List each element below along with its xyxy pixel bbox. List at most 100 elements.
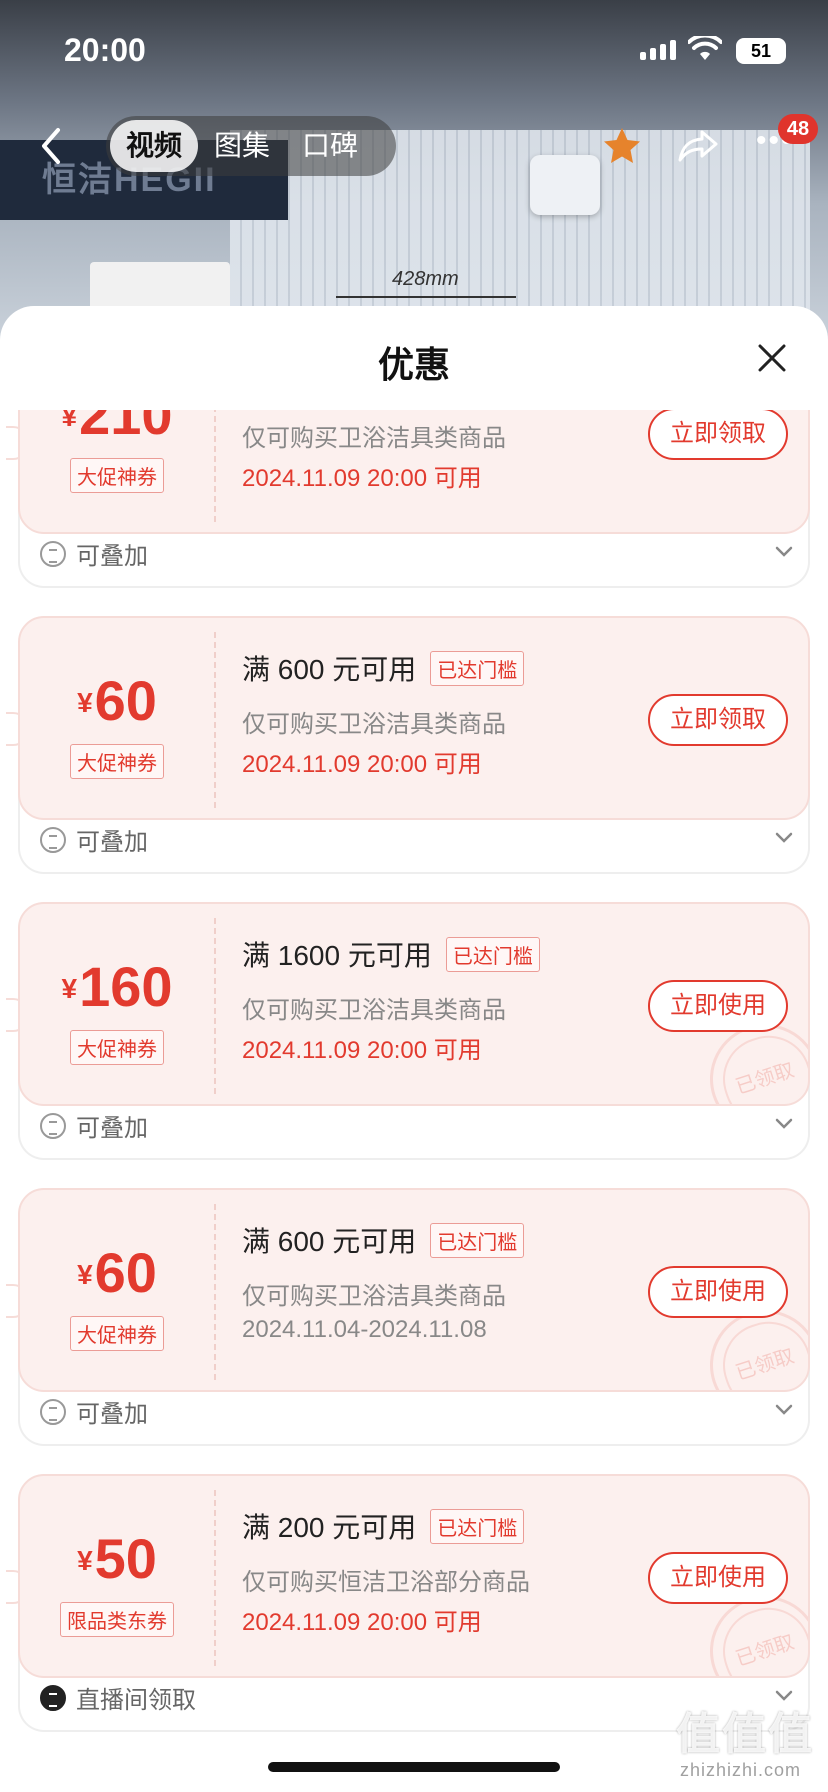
coupon-body: ¥160 大促神券 满 1600 元可用 已达门槛 仅可购买卫浴洁具类商品 202… <box>18 902 810 1106</box>
back-arrow-icon[interactable] <box>34 126 68 166</box>
coupon-validity: 2024.11.04-2024.11.08 <box>242 1316 487 1343</box>
coupon-value: 210 <box>79 410 173 446</box>
coupon-scope: 仅可购买卫浴洁具类商品 <box>242 711 506 738</box>
chevron-down-icon[interactable] <box>774 542 794 562</box>
coupon-threshold: 满 1600 元可用 <box>242 940 432 971</box>
coupon-action-button[interactable]: 立即领取 <box>648 410 788 460</box>
coupon-validity: 2024.11.09 20:00 可用 <box>242 465 482 492</box>
coupon-footer: 可叠加 <box>40 822 148 857</box>
battery-indicator: 51 <box>736 38 786 64</box>
coupon-amount: ¥210 <box>20 410 214 447</box>
coupon-condition: 满 200 元可用 已达门槛 <box>242 1506 525 1546</box>
coupon-footer-label: 可叠加 <box>76 543 148 570</box>
coupon-divider <box>214 1490 216 1666</box>
notification-badge: 48 <box>778 114 818 144</box>
coupon-type-tag: 大促神券 <box>70 744 164 779</box>
coupon-card: ¥60 大促神券 满 600 元可用 已达门槛 仅可购买卫浴洁具类商品 2024.… <box>6 1188 810 1446</box>
media-tab-switch: 视频 图集 口碑 <box>106 116 396 176</box>
coupon-card: ¥50 限品类东券 满 200 元可用 已达门槛 仅可购买恒洁卫浴部分商品 202… <box>6 1474 810 1732</box>
coupon-divider <box>214 1204 216 1380</box>
coupon-footer: 可叠加 <box>40 536 148 571</box>
coupon-value: 60 <box>94 669 157 732</box>
coupon-body: ¥50 限品类东券 满 200 元可用 已达门槛 仅可购买恒洁卫浴部分商品 202… <box>18 1474 810 1678</box>
chevron-down-icon[interactable] <box>774 828 794 848</box>
coupon-validity: 2024.11.09 20:00 可用 <box>242 751 482 778</box>
tab-gallery[interactable]: 图集 <box>198 120 286 172</box>
threshold-reached-tag: 已达门槛 <box>430 650 525 686</box>
stack-icon <box>40 826 66 853</box>
coupon-scope: 仅可购买卫浴洁具类商品 <box>242 997 506 1024</box>
share-icon[interactable] <box>676 124 720 168</box>
coupon-type-tag: 限品类东券 <box>60 1602 174 1637</box>
coupon-threshold: 满 200 元可用 <box>242 1512 417 1543</box>
cellular-signal-icon <box>640 40 676 60</box>
coupon-amount: ¥60 <box>20 1240 214 1305</box>
coupon-footer-label: 可叠加 <box>76 1115 148 1142</box>
coupon-threshold: 满 600 元可用 <box>242 654 417 685</box>
coupon-body: ¥210 大促神券 满 2100 元可用已达门槛 仅可购买卫浴洁具类商品 202… <box>18 410 810 534</box>
threshold-reached-tag: 已达门槛 <box>430 1508 525 1544</box>
coupon-condition: 满 600 元可用 已达门槛 <box>242 648 525 688</box>
close-icon[interactable] <box>756 342 788 374</box>
currency-symbol: ¥ <box>61 410 78 432</box>
coupon-scope: 仅可购买恒洁卫浴部分商品 <box>242 1569 530 1596</box>
coupon-action-button[interactable]: 立即使用 <box>648 980 788 1032</box>
coupon-footer: 可叠加 <box>40 1394 148 1429</box>
tab-video[interactable]: 视频 <box>110 120 199 172</box>
currency-symbol: ¥ <box>77 1259 93 1290</box>
coupon-type-tag: 大促神券 <box>70 1316 164 1351</box>
coupon-type-tag: 大促神券 <box>70 458 164 493</box>
coupon-card: ¥60 大促神券 满 600 元可用 已达门槛 仅可购买卫浴洁具类商品 2024.… <box>6 616 810 874</box>
live-room-icon <box>40 1684 66 1711</box>
threshold-reached-tag: 已达门槛 <box>445 936 540 972</box>
tab-reviews[interactable]: 口碑 <box>286 120 374 172</box>
coupon-footer-label: 直播间领取 <box>76 1687 196 1714</box>
coupon-divider <box>214 632 216 808</box>
threshold-reached-tag: 已达门槛 <box>430 1222 525 1258</box>
coupon-divider <box>214 410 216 522</box>
coupon-amount: ¥60 <box>20 668 214 733</box>
wifi-icon <box>688 36 722 60</box>
home-indicator[interactable] <box>268 1762 560 1772</box>
coupon-value: 50 <box>94 1527 157 1590</box>
coupon-divider <box>214 918 216 1094</box>
dimension-label: 428mm <box>392 268 459 290</box>
coupon-value: 60 <box>94 1241 157 1304</box>
coupon-value: 160 <box>79 955 173 1018</box>
hero-device <box>530 155 600 215</box>
star-icon[interactable] <box>600 124 644 168</box>
coupon-footer-label: 可叠加 <box>76 1401 148 1428</box>
dimension-line <box>336 296 516 298</box>
chevron-down-icon[interactable] <box>774 1400 794 1420</box>
coupon-action-button[interactable]: 立即使用 <box>648 1266 788 1318</box>
currency-symbol: ¥ <box>61 973 78 1004</box>
coupon-amount: ¥160 <box>20 954 214 1019</box>
coupon-type-tag: 大促神券 <box>70 1030 164 1065</box>
stack-icon <box>40 1112 66 1139</box>
coupon-sheet: 优惠 ¥210 大促神券 满 2100 元可用已达门槛 仅可购买卫浴洁具类商品 … <box>0 306 828 1792</box>
coupon-scope: 仅可购买卫浴洁具类商品 <box>242 425 506 452</box>
stack-icon <box>40 540 66 567</box>
coupon-footer-label: 可叠加 <box>76 829 148 856</box>
coupon-action-button[interactable]: 立即领取 <box>648 694 788 746</box>
coupon-list[interactable]: ¥210 大促神券 满 2100 元可用已达门槛 仅可购买卫浴洁具类商品 202… <box>0 410 828 1792</box>
coupon-body: ¥60 大促神券 满 600 元可用 已达门槛 仅可购买卫浴洁具类商品 2024.… <box>18 616 810 820</box>
coupon-card: ¥210 大促神券 满 2100 元可用已达门槛 仅可购买卫浴洁具类商品 202… <box>6 410 810 588</box>
currency-symbol: ¥ <box>77 1545 93 1576</box>
coupon-validity: 2024.11.09 20:00 可用 <box>242 1609 482 1636</box>
coupon-card: ¥160 大促神券 满 1600 元可用 已达门槛 仅可购买卫浴洁具类商品 202… <box>6 902 810 1160</box>
coupon-condition: 满 600 元可用 已达门槛 <box>242 1220 525 1260</box>
chevron-down-icon[interactable] <box>774 1686 794 1706</box>
status-time: 20:00 <box>64 32 146 68</box>
coupon-validity: 2024.11.09 20:00 可用 <box>242 1037 482 1064</box>
coupon-action-button[interactable]: 立即使用 <box>648 1552 788 1604</box>
chevron-down-icon[interactable] <box>774 1114 794 1134</box>
coupon-scope: 仅可购买卫浴洁具类商品 <box>242 1283 506 1310</box>
site-watermark: 值值值 <box>676 1710 814 1759</box>
site-watermark-url: zhizhizhi.com <box>680 1760 802 1780</box>
coupon-footer: 可叠加 <box>40 1108 148 1143</box>
coupon-amount: ¥50 <box>20 1526 214 1591</box>
coupon-threshold: 满 600 元可用 <box>242 1226 417 1257</box>
currency-symbol: ¥ <box>77 687 93 718</box>
coupon-footer: 直播间领取 <box>40 1680 196 1715</box>
